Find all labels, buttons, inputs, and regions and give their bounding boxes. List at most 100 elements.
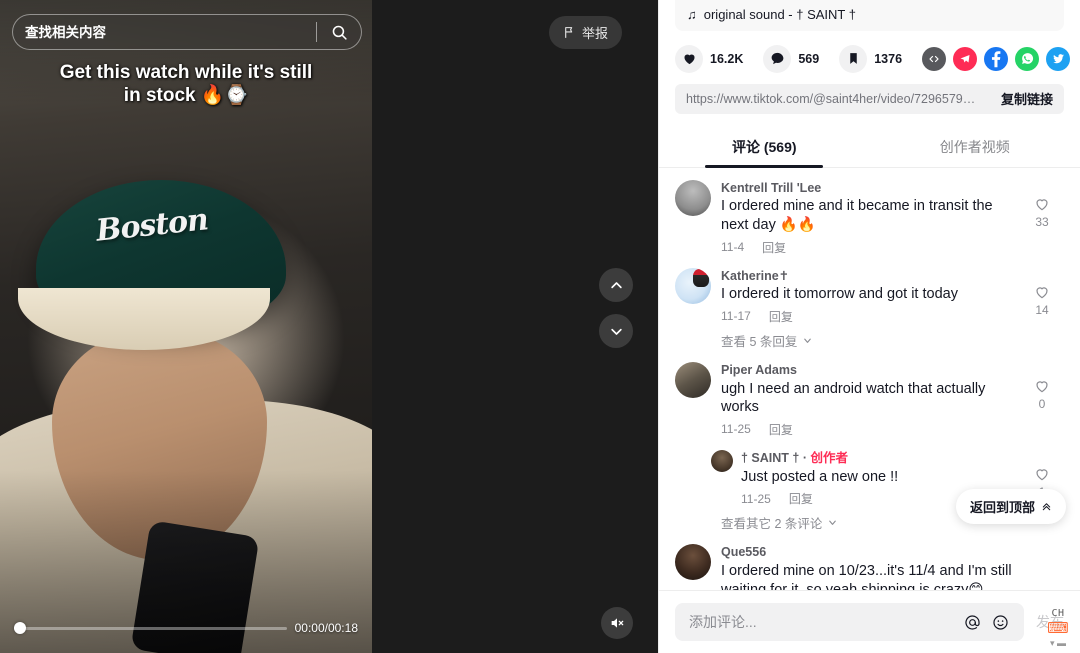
comment-count: 569 bbox=[798, 51, 820, 66]
back-to-top-button[interactable]: 返回到顶部 bbox=[955, 489, 1066, 524]
video-caption-overlay: Get this watch while it's still in stock… bbox=[20, 62, 352, 108]
favorite-stat[interactable]: 1376 bbox=[839, 44, 903, 73]
post-comment-button[interactable]: 发布 bbox=[1024, 612, 1064, 632]
caption-line-2: in stock 🔥⌚ bbox=[123, 84, 249, 106]
avatar[interactable] bbox=[711, 449, 733, 472]
bookmark-icon[interactable] bbox=[839, 44, 868, 73]
comment-author[interactable]: Kentrell Trill 'Lee bbox=[721, 180, 1020, 197]
tab-comments[interactable]: 评论 (569) bbox=[659, 128, 870, 167]
whatsapp-icon[interactable] bbox=[1015, 46, 1040, 71]
comment-reply-button[interactable]: 回复 bbox=[769, 308, 793, 325]
facebook-icon[interactable] bbox=[984, 46, 1009, 71]
view-replies-label: 查看 5 条回复 bbox=[721, 334, 798, 349]
comment-author[interactable]: † SAINT † · 创作者 bbox=[741, 450, 1020, 467]
comment-item: Que556 I ordered mine on 10/23...it's 11… bbox=[659, 544, 1080, 590]
share-icons-row bbox=[922, 46, 1080, 71]
search-button[interactable] bbox=[317, 15, 361, 49]
comment-footer: 11-4 回复 bbox=[721, 239, 1020, 256]
hashtags[interactable]: #tiktokshopblackfriday #tiktokshopcyberm… bbox=[687, 0, 1052, 2]
twitter-icon[interactable] bbox=[1046, 46, 1071, 71]
avatar[interactable] bbox=[675, 544, 711, 581]
back-to-top-label: 返回到顶部 bbox=[969, 500, 1035, 515]
comment-input[interactable] bbox=[689, 614, 958, 630]
comment-icon[interactable] bbox=[763, 44, 792, 73]
tab-creator-videos[interactable]: 创作者视频 bbox=[870, 128, 1080, 167]
comment-like-button[interactable]: 33 bbox=[1020, 180, 1064, 256]
comment-like-count: 14 bbox=[1035, 302, 1049, 317]
comment-like-count: 0 bbox=[1038, 396, 1046, 411]
comment-like-button[interactable]: 14 bbox=[1020, 268, 1064, 325]
emoji-icon[interactable] bbox=[986, 608, 1014, 636]
sound-label: original sound - † SAINT † bbox=[703, 6, 856, 22]
avatar[interactable] bbox=[675, 267, 711, 304]
share-link-row: https://www.tiktok.com/@saint4her/video/… bbox=[675, 83, 1064, 114]
comment-item: Piper Adams ugh I need an android watch … bbox=[659, 361, 1080, 438]
avatar[interactable] bbox=[675, 361, 711, 398]
video-url[interactable]: https://www.tiktok.com/@saint4her/video/… bbox=[686, 92, 990, 106]
chevron-up-icon bbox=[1042, 503, 1051, 511]
progress-knob[interactable] bbox=[14, 622, 27, 634]
embed-icon[interactable] bbox=[922, 46, 947, 71]
comment-text: I ordered mine and it became in transit … bbox=[721, 198, 993, 233]
view-replies-button[interactable]: 查看 5 条回复 bbox=[721, 331, 1080, 350]
comment-reply-button[interactable]: 回复 bbox=[789, 490, 813, 507]
previous-video-button[interactable] bbox=[599, 268, 633, 302]
sound-row[interactable]: ♫ original sound - † SAINT † bbox=[687, 7, 1052, 22]
more-button[interactable]: 更多 bbox=[1025, 0, 1052, 2]
telegram-icon[interactable] bbox=[953, 46, 978, 71]
speaker-muted-icon bbox=[611, 618, 624, 628]
comment-stat[interactable]: 569 bbox=[763, 44, 820, 73]
comment-author[interactable]: Que556 bbox=[721, 544, 1020, 561]
avatar[interactable] bbox=[675, 179, 711, 216]
mute-toggle-button[interactable] bbox=[601, 607, 633, 639]
comment-text: Just posted a new one !! bbox=[741, 468, 899, 485]
comments-list[interactable]: Kentrell Trill 'Lee I ordered mine and i… bbox=[659, 168, 1080, 590]
report-label: 举报 bbox=[581, 26, 608, 41]
comment-date: 11-25 bbox=[721, 422, 751, 437]
chevron-down-icon bbox=[804, 338, 812, 343]
video-meta-card: #tiktokshopblackfriday #tiktokshopcyberm… bbox=[675, 0, 1064, 31]
search-icon bbox=[332, 25, 347, 40]
comment-item: Kentrell Trill 'Lee I ordered mine and i… bbox=[659, 179, 1080, 256]
heart-outline-icon bbox=[1036, 198, 1048, 210]
panel-tabs: 评论 (569) 创作者视频 bbox=[659, 128, 1080, 168]
music-note-icon: ♫ bbox=[687, 6, 697, 22]
comment-compose-bar: 发布 bbox=[659, 590, 1080, 653]
at-icon[interactable] bbox=[958, 608, 986, 636]
comment-body: Katherine✝ I ordered it tomorrow and got… bbox=[721, 268, 1020, 325]
comment-author[interactable]: Piper Adams bbox=[721, 362, 1020, 379]
like-count: 16.2K bbox=[710, 51, 744, 66]
comment-author[interactable]: Katherine✝ bbox=[721, 268, 1020, 285]
search-input[interactable] bbox=[13, 24, 316, 40]
caption-line-1: Get this watch while it's still bbox=[59, 62, 313, 83]
comment-date: 11-17 bbox=[721, 309, 751, 324]
favorite-count: 1376 bbox=[874, 51, 903, 66]
comment-footer: 11-17 回复 bbox=[721, 308, 1020, 325]
heart-icon[interactable] bbox=[675, 44, 703, 73]
comment-like-count: 33 bbox=[1035, 214, 1049, 229]
comment-body: Que556 I ordered mine on 10/23...it's 11… bbox=[721, 544, 1020, 590]
view-more-comments-label: 查看其它 2 条评论 bbox=[721, 517, 823, 532]
report-button[interactable]: 举报 bbox=[548, 16, 622, 49]
creator-badge: 创作者 bbox=[810, 450, 848, 465]
chevron-down-icon bbox=[610, 328, 622, 335]
chevron-up-icon bbox=[610, 281, 622, 288]
progress-track[interactable] bbox=[14, 622, 287, 634]
video-progress-row[interactable]: 00:00/00:18 bbox=[14, 621, 358, 635]
comment-like-button[interactable]: 0 bbox=[1020, 362, 1064, 438]
next-video-button[interactable] bbox=[599, 314, 633, 348]
engagement-row: 16.2K 569 1376 bbox=[659, 39, 1080, 73]
comment-reply-button[interactable]: 回复 bbox=[769, 421, 793, 438]
comment-date: 11-25 bbox=[741, 491, 771, 506]
video-stage: Boston Get this watch while it's still i… bbox=[0, 0, 658, 653]
comment-body: Kentrell Trill 'Lee I ordered mine and i… bbox=[721, 180, 1020, 256]
related-search-bar[interactable] bbox=[12, 14, 362, 50]
copy-link-button[interactable]: 复制链接 bbox=[990, 84, 1064, 114]
chevron-down-icon bbox=[829, 520, 837, 526]
comment-text: I ordered it tomorrow and got it today bbox=[721, 286, 958, 303]
like-stat[interactable]: 16.2K bbox=[675, 44, 744, 73]
comment-like-button[interactable] bbox=[1020, 544, 1064, 590]
comment-input-wrap[interactable] bbox=[675, 603, 1024, 641]
comment-reply-button[interactable]: 回复 bbox=[762, 239, 786, 256]
heart-outline-icon bbox=[1036, 381, 1048, 393]
